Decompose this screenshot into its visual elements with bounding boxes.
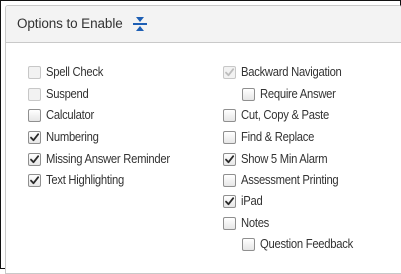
option-notes[interactable]: Notes <box>223 215 272 231</box>
numbering-checkbox[interactable] <box>28 130 41 144</box>
option-show-5-min-alarm[interactable]: Show 5 Min Alarm <box>223 151 337 167</box>
question-feedback-checkbox[interactable] <box>242 237 255 251</box>
checkmark-icon <box>225 196 235 205</box>
show-5-min-alarm-checkbox[interactable] <box>223 152 236 166</box>
option-ipad[interactable]: iPad <box>223 193 265 209</box>
option-backward-navigation[interactable]: Backward Navigation <box>223 64 353 80</box>
require-answer-checkbox[interactable] <box>242 87 255 101</box>
checkmark-icon <box>30 175 40 184</box>
option-label: Find & Replace <box>241 130 315 144</box>
option-label: Notes <box>241 216 270 230</box>
assessment-printing-checkbox[interactable] <box>223 173 236 187</box>
option-numbering[interactable]: Numbering <box>28 129 104 145</box>
option-label: Require Answer <box>260 87 336 101</box>
option-label: Numbering <box>46 130 99 144</box>
checkmark-icon <box>225 67 235 76</box>
backward-navigation-checkbox[interactable] <box>223 65 236 79</box>
option-label: Question Feedback <box>260 237 353 251</box>
option-label: Assessment Printing <box>241 173 339 187</box>
checkmark-icon <box>225 154 235 163</box>
option-find-replace[interactable]: Find & Replace <box>223 129 322 145</box>
option-label: Suspend <box>46 87 89 101</box>
calculator-checkbox[interactable] <box>28 108 41 122</box>
option-label: Show 5 Min Alarm <box>241 152 328 166</box>
option-label: Cut, Copy & Paste <box>241 108 329 122</box>
option-text-highlighting[interactable]: Text Highlighting <box>28 172 133 188</box>
suspend-checkbox[interactable] <box>28 87 41 101</box>
text-highlighting-checkbox[interactable] <box>28 173 41 187</box>
option-label: iPad <box>241 194 263 208</box>
collapse-vertical-icon[interactable] <box>132 16 148 32</box>
find-replace-checkbox[interactable] <box>223 130 236 144</box>
option-require-answer[interactable]: Require Answer <box>242 86 344 102</box>
checkmark-icon <box>30 132 40 141</box>
option-assessment-printing[interactable]: Assessment Printing <box>223 172 349 188</box>
option-cut-copy-paste[interactable]: Cut, Copy & Paste <box>223 107 339 123</box>
option-label: Backward Navigation <box>241 65 342 79</box>
option-suspend[interactable]: Suspend <box>28 86 93 102</box>
window-frame: Options to Enable Spell Check Suspend Ca… <box>0 0 401 274</box>
option-question-feedback[interactable]: Question Feedback <box>242 236 363 252</box>
option-label: Calculator <box>46 108 94 122</box>
option-spell-check[interactable]: Spell Check <box>28 64 109 80</box>
option-label: Spell Check <box>46 65 104 79</box>
missing-answer-reminder-checkbox[interactable] <box>28 152 41 166</box>
checkmark-icon <box>30 154 40 163</box>
cut-copy-paste-checkbox[interactable] <box>223 108 236 122</box>
notes-checkbox[interactable] <box>223 216 236 230</box>
spell-check-checkbox[interactable] <box>28 65 41 79</box>
options-panel: Options to Enable Spell Check Suspend Ca… <box>5 5 401 274</box>
option-label: Text Highlighting <box>46 173 124 187</box>
panel-header: Options to Enable <box>6 6 401 43</box>
panel-title: Options to Enable <box>17 16 123 31</box>
option-missing-answer-reminder[interactable]: Missing Answer Reminder <box>28 151 184 167</box>
ipad-checkbox[interactable] <box>223 194 236 208</box>
option-calculator[interactable]: Calculator <box>28 107 99 123</box>
option-label: Missing Answer Reminder <box>46 152 170 166</box>
